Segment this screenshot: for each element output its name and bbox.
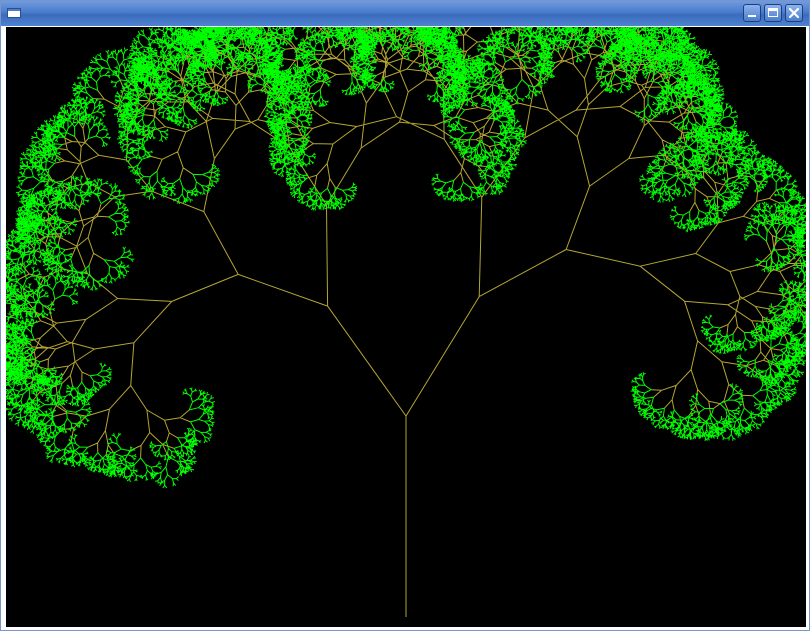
minimize-button[interactable]: [743, 4, 761, 22]
minimize-icon: [748, 15, 756, 17]
app-window-icon[interactable]: [7, 8, 21, 18]
fractal-canvas: [6, 27, 806, 627]
title-bar[interactable]: [1, 1, 809, 26]
close-button[interactable]: [785, 4, 803, 22]
maximize-icon: [768, 8, 778, 17]
app-window: [0, 0, 810, 631]
maximize-button[interactable]: [764, 4, 782, 22]
close-icon: [788, 7, 800, 19]
fractal-tree: [6, 27, 806, 617]
